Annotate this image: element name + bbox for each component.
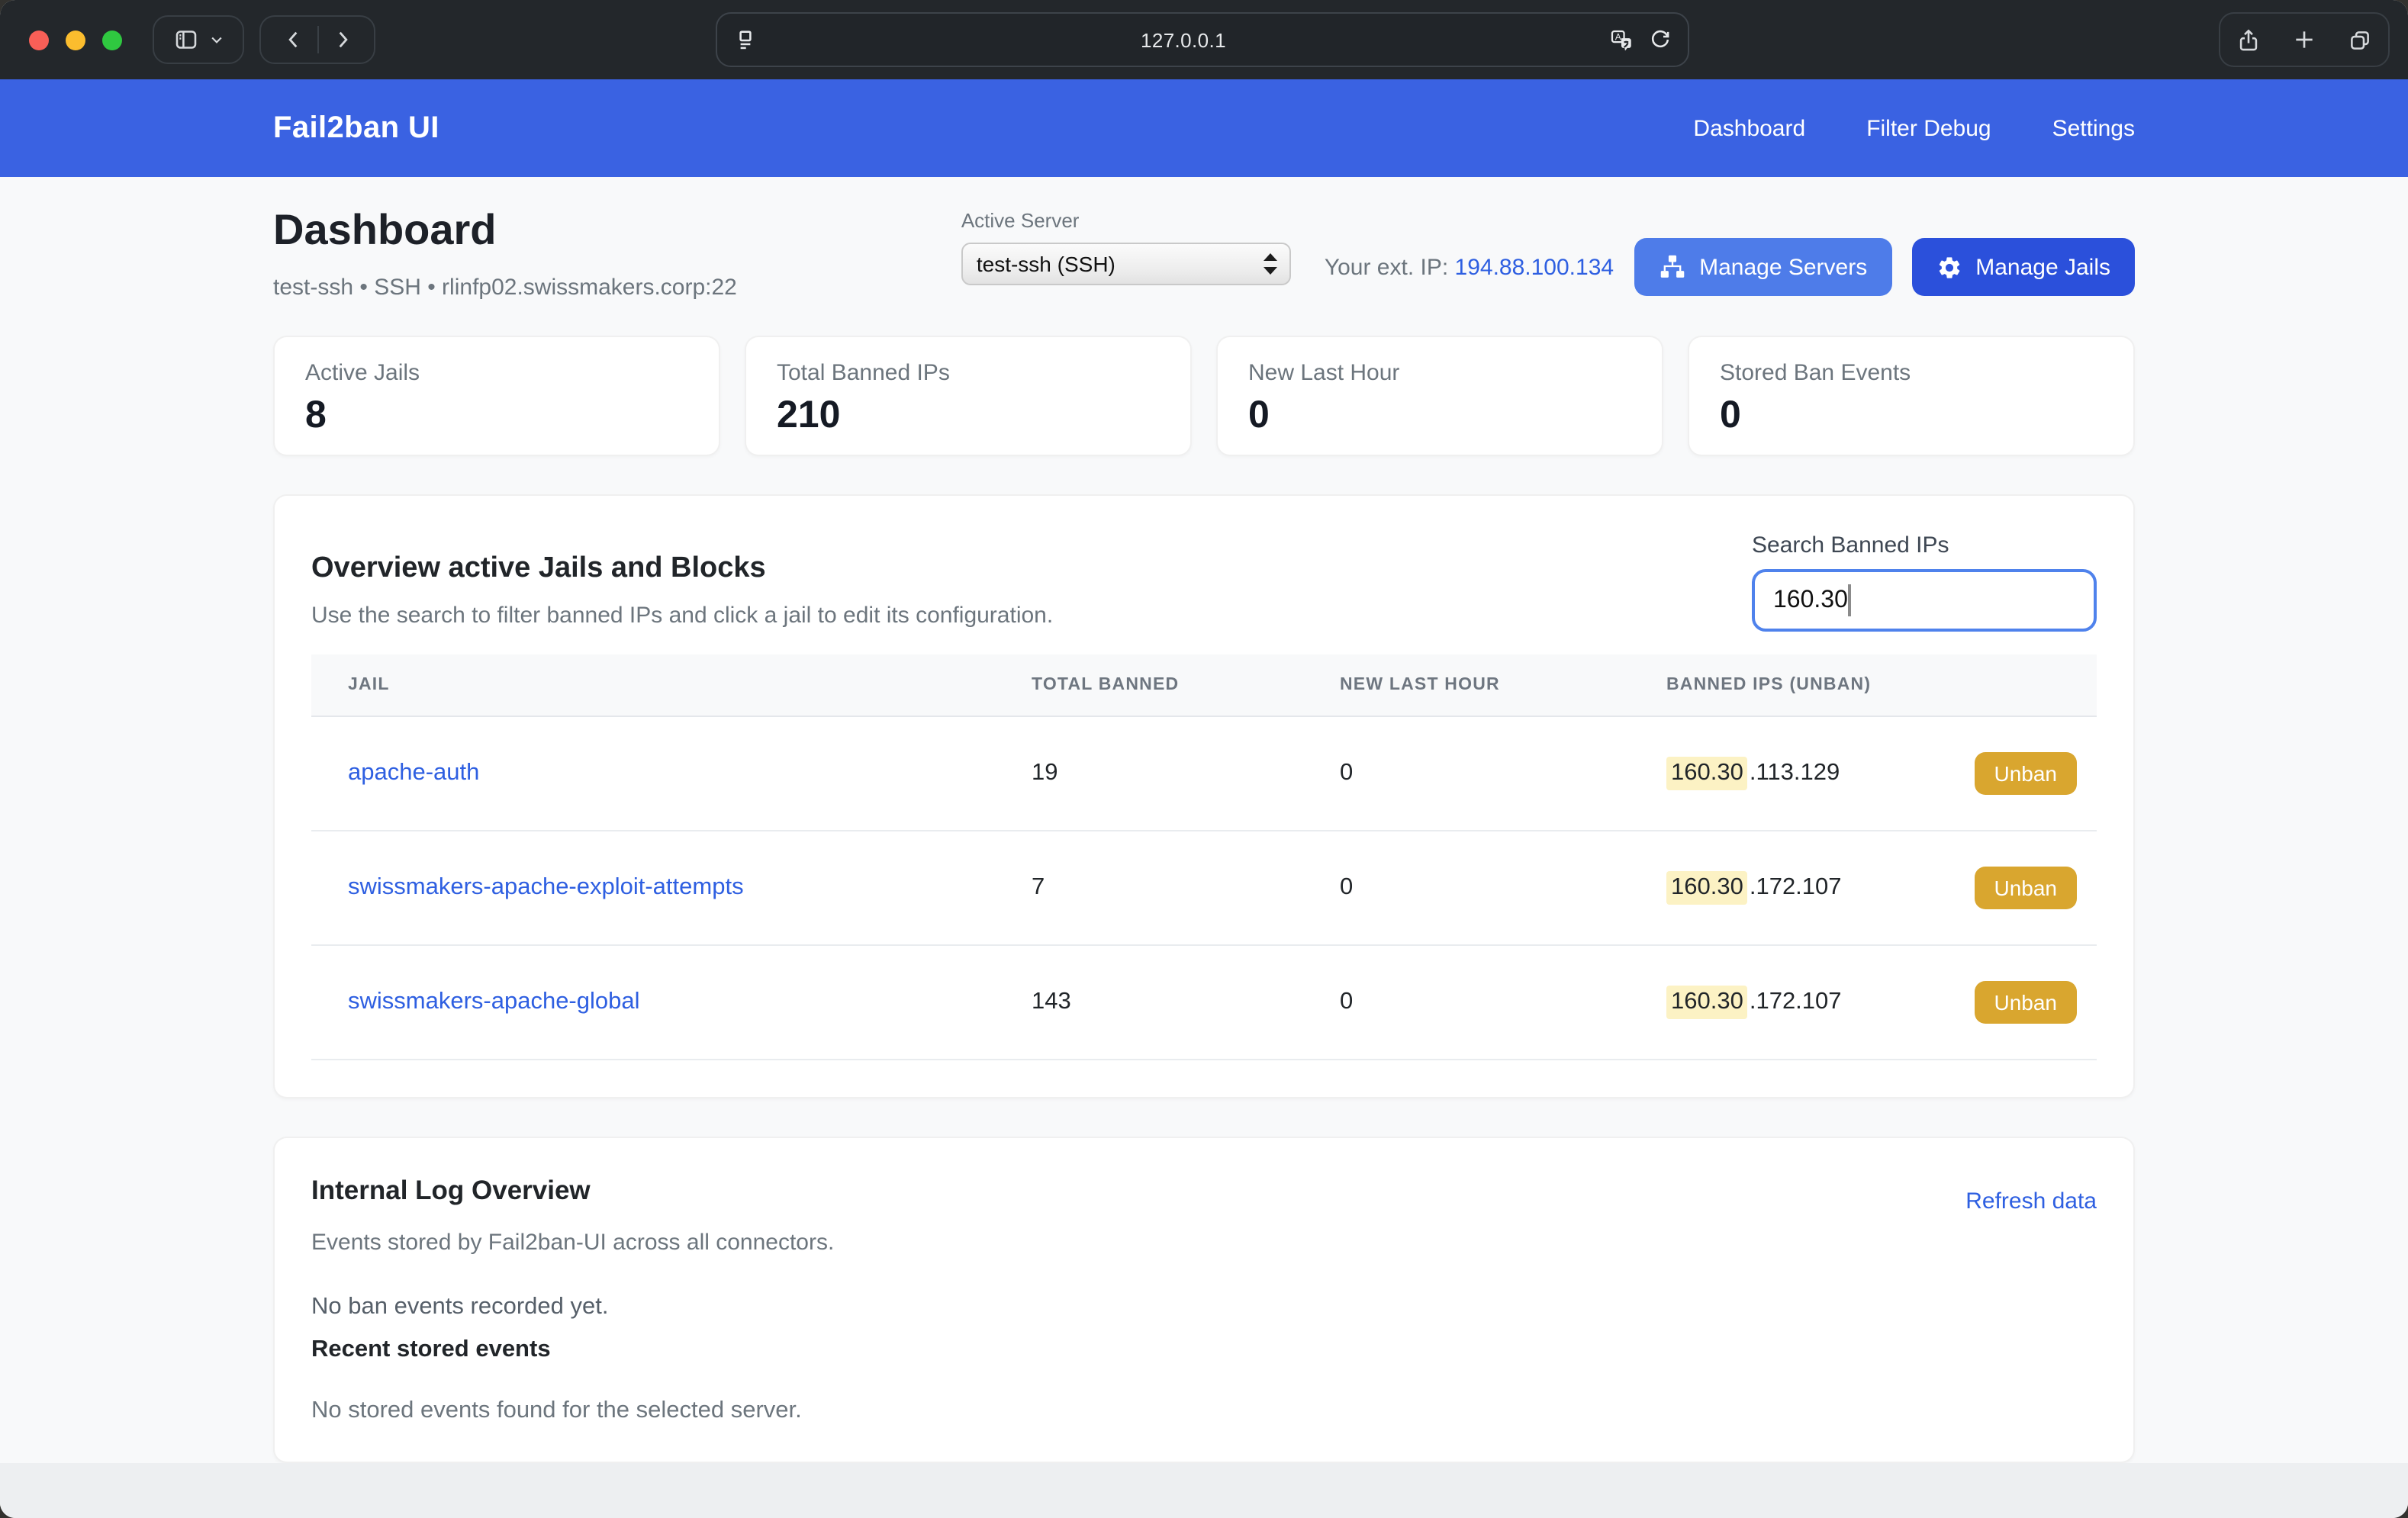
table-row: swissmakers-apache-global 143 0 160.30 .… [311, 945, 2097, 1060]
internal-log-panel: Internal Log Overview Refresh data Event… [273, 1137, 2135, 1463]
stat-value: 0 [1720, 394, 2103, 438]
ip-rest: .172.107 [1750, 874, 1842, 902]
col-header-banned-ips: BANNED IPS (UNBAN) [1666, 654, 2097, 716]
forward-button[interactable] [330, 29, 352, 50]
no-stored-events-text: No stored events found for the selected … [311, 1397, 2097, 1425]
back-button[interactable] [283, 29, 304, 50]
stat-value: 210 [777, 394, 1160, 438]
nav-link-filter-debug[interactable]: Filter Debug [1866, 115, 1991, 141]
manage-jails-label: Manage Jails [1975, 254, 2110, 280]
stat-label: Stored Ban Events [1720, 360, 2103, 386]
stat-label: New Last Hour [1248, 360, 1631, 386]
table-header-row: JAIL TOTAL BANNED NEW LAST HOUR BANNED I… [311, 654, 2097, 716]
manage-jails-button[interactable]: Manage Jails [1911, 238, 2135, 296]
search-banned-ips-label: Search Banned IPs [1752, 532, 2097, 558]
reload-icon[interactable] [1648, 27, 1672, 52]
tabs-overview-icon[interactable] [2347, 27, 2373, 53]
jails-table: JAIL TOTAL BANNED NEW LAST HOUR BANNED I… [311, 654, 2097, 1060]
unban-button[interactable]: Unban [1974, 867, 2077, 909]
overview-title: Overview active Jails and Blocks [311, 552, 1053, 586]
unban-button[interactable]: Unban [1974, 752, 2077, 795]
col-header-new-last-hour: NEW LAST HOUR [1340, 654, 1666, 716]
jail-link[interactable]: apache-auth [348, 760, 479, 786]
log-title: Internal Log Overview [311, 1175, 591, 1207]
stat-label: Active Jails [305, 360, 688, 386]
recent-stored-events-title: Recent stored events [311, 1336, 2097, 1364]
external-ip-label: Your ext. IP: [1325, 254, 1448, 280]
refresh-data-link[interactable]: Refresh data [1965, 1188, 2097, 1214]
dashboard-header: Dashboard test-ssh • SSH • rlinfp02.swis… [273, 206, 2135, 301]
search-banned-ips-input[interactable] [1752, 569, 2097, 632]
browser-window: 127.0.0.1 A [0, 0, 2408, 1518]
translate-icon[interactable]: A [1608, 27, 1634, 53]
table-row: apache-auth 19 0 160.30 .113.129 Unban [311, 716, 2097, 831]
nav-link-settings[interactable]: Settings [2052, 115, 2135, 141]
active-server-select[interactable]: test-ssh (SSH) [961, 243, 1291, 285]
brand-logo[interactable]: Fail2ban UI [273, 111, 439, 146]
ip-rest: .172.107 [1750, 989, 1842, 1016]
server-subtitle: test-ssh • SSH • rlinfp02.swissmakers.co… [273, 275, 961, 301]
total-banned-value: 143 [1032, 945, 1340, 1060]
history-nav-group [259, 15, 375, 64]
url-text: 127.0.0.1 [758, 28, 1608, 51]
stat-card-stored-events: Stored Ban Events 0 [1688, 336, 2135, 456]
overview-subtitle: Use the search to filter banned IPs and … [311, 603, 1053, 629]
ip-highlight: 160.30 [1666, 986, 1748, 1019]
ip-highlight: 160.30 [1666, 871, 1748, 905]
traffic-lights [29, 30, 122, 50]
reader-icon[interactable] [732, 27, 758, 53]
nav-link-dashboard[interactable]: Dashboard [1693, 115, 1805, 141]
nav-links: Dashboard Filter Debug Settings [1693, 115, 2135, 141]
sidebar-toggle-button[interactable] [153, 15, 244, 64]
new-last-hour-value: 0 [1340, 716, 1666, 831]
jail-link[interactable]: swissmakers-apache-exploit-attempts [348, 874, 744, 900]
minimize-window-button[interactable] [66, 30, 85, 50]
table-row: swissmakers-apache-exploit-attempts 7 0 … [311, 831, 2097, 945]
page-title: Dashboard [273, 206, 961, 255]
log-subtitle: Events stored by Fail2ban-UI across all … [311, 1230, 2097, 1256]
new-tab-icon[interactable] [2292, 27, 2316, 52]
manage-servers-button[interactable]: Manage Servers [1634, 238, 1891, 296]
jail-link[interactable]: swissmakers-apache-global [348, 989, 640, 1015]
unban-button[interactable]: Unban [1974, 981, 2077, 1024]
page-body: Dashboard test-ssh • SSH • rlinfp02.swis… [0, 177, 2408, 1518]
jails-overview-panel: Overview active Jails and Blocks Use the… [273, 494, 2135, 1098]
active-server-label: Active Server [961, 209, 1291, 232]
new-last-hour-value: 0 [1340, 945, 1666, 1060]
stat-card-total-banned: Total Banned IPs 210 [745, 336, 1192, 456]
stats-row: Active Jails 8 Total Banned IPs 210 New … [273, 336, 2135, 456]
address-bar[interactable]: 127.0.0.1 A [716, 12, 1689, 67]
total-banned-value: 7 [1032, 831, 1340, 945]
stat-value: 0 [1248, 394, 1631, 438]
ip-rest: .113.129 [1750, 760, 1840, 787]
manage-servers-label: Manage Servers [1699, 254, 1867, 280]
gear-icon [1936, 254, 1962, 280]
sidebar-icon [172, 26, 200, 53]
stat-label: Total Banned IPs [777, 360, 1160, 386]
app-footer [0, 1463, 2408, 1518]
stat-card-new-last-hour: New Last Hour 0 [1216, 336, 1663, 456]
close-window-button[interactable] [29, 30, 49, 50]
share-icon[interactable] [2236, 27, 2262, 53]
stat-value: 8 [305, 394, 688, 438]
divider [317, 26, 318, 53]
external-ip: Your ext. IP: 194.88.100.134 [1325, 254, 1614, 280]
text-cursor [1848, 584, 1850, 616]
total-banned-value: 19 [1032, 716, 1340, 831]
external-ip-value[interactable]: 194.88.100.134 [1455, 254, 1614, 280]
chevron-down-icon [209, 32, 224, 47]
svg-text:A: A [1615, 31, 1621, 41]
stat-card-active-jails: Active Jails 8 [273, 336, 720, 456]
toolbar-right-group [2219, 12, 2390, 67]
sitemap-icon [1658, 255, 1685, 279]
app-navbar: Fail2ban UI Dashboard Filter Debug Setti… [0, 79, 2408, 177]
col-header-jail: JAIL [311, 654, 1032, 716]
new-last-hour-value: 0 [1340, 831, 1666, 945]
col-header-total-banned: TOTAL BANNED [1032, 654, 1340, 716]
ip-highlight: 160.30 [1666, 757, 1748, 790]
browser-toolbar: 127.0.0.1 A [0, 0, 2408, 79]
zoom-window-button[interactable] [102, 30, 122, 50]
no-ban-events-text: No ban events recorded yet. [311, 1294, 2097, 1321]
